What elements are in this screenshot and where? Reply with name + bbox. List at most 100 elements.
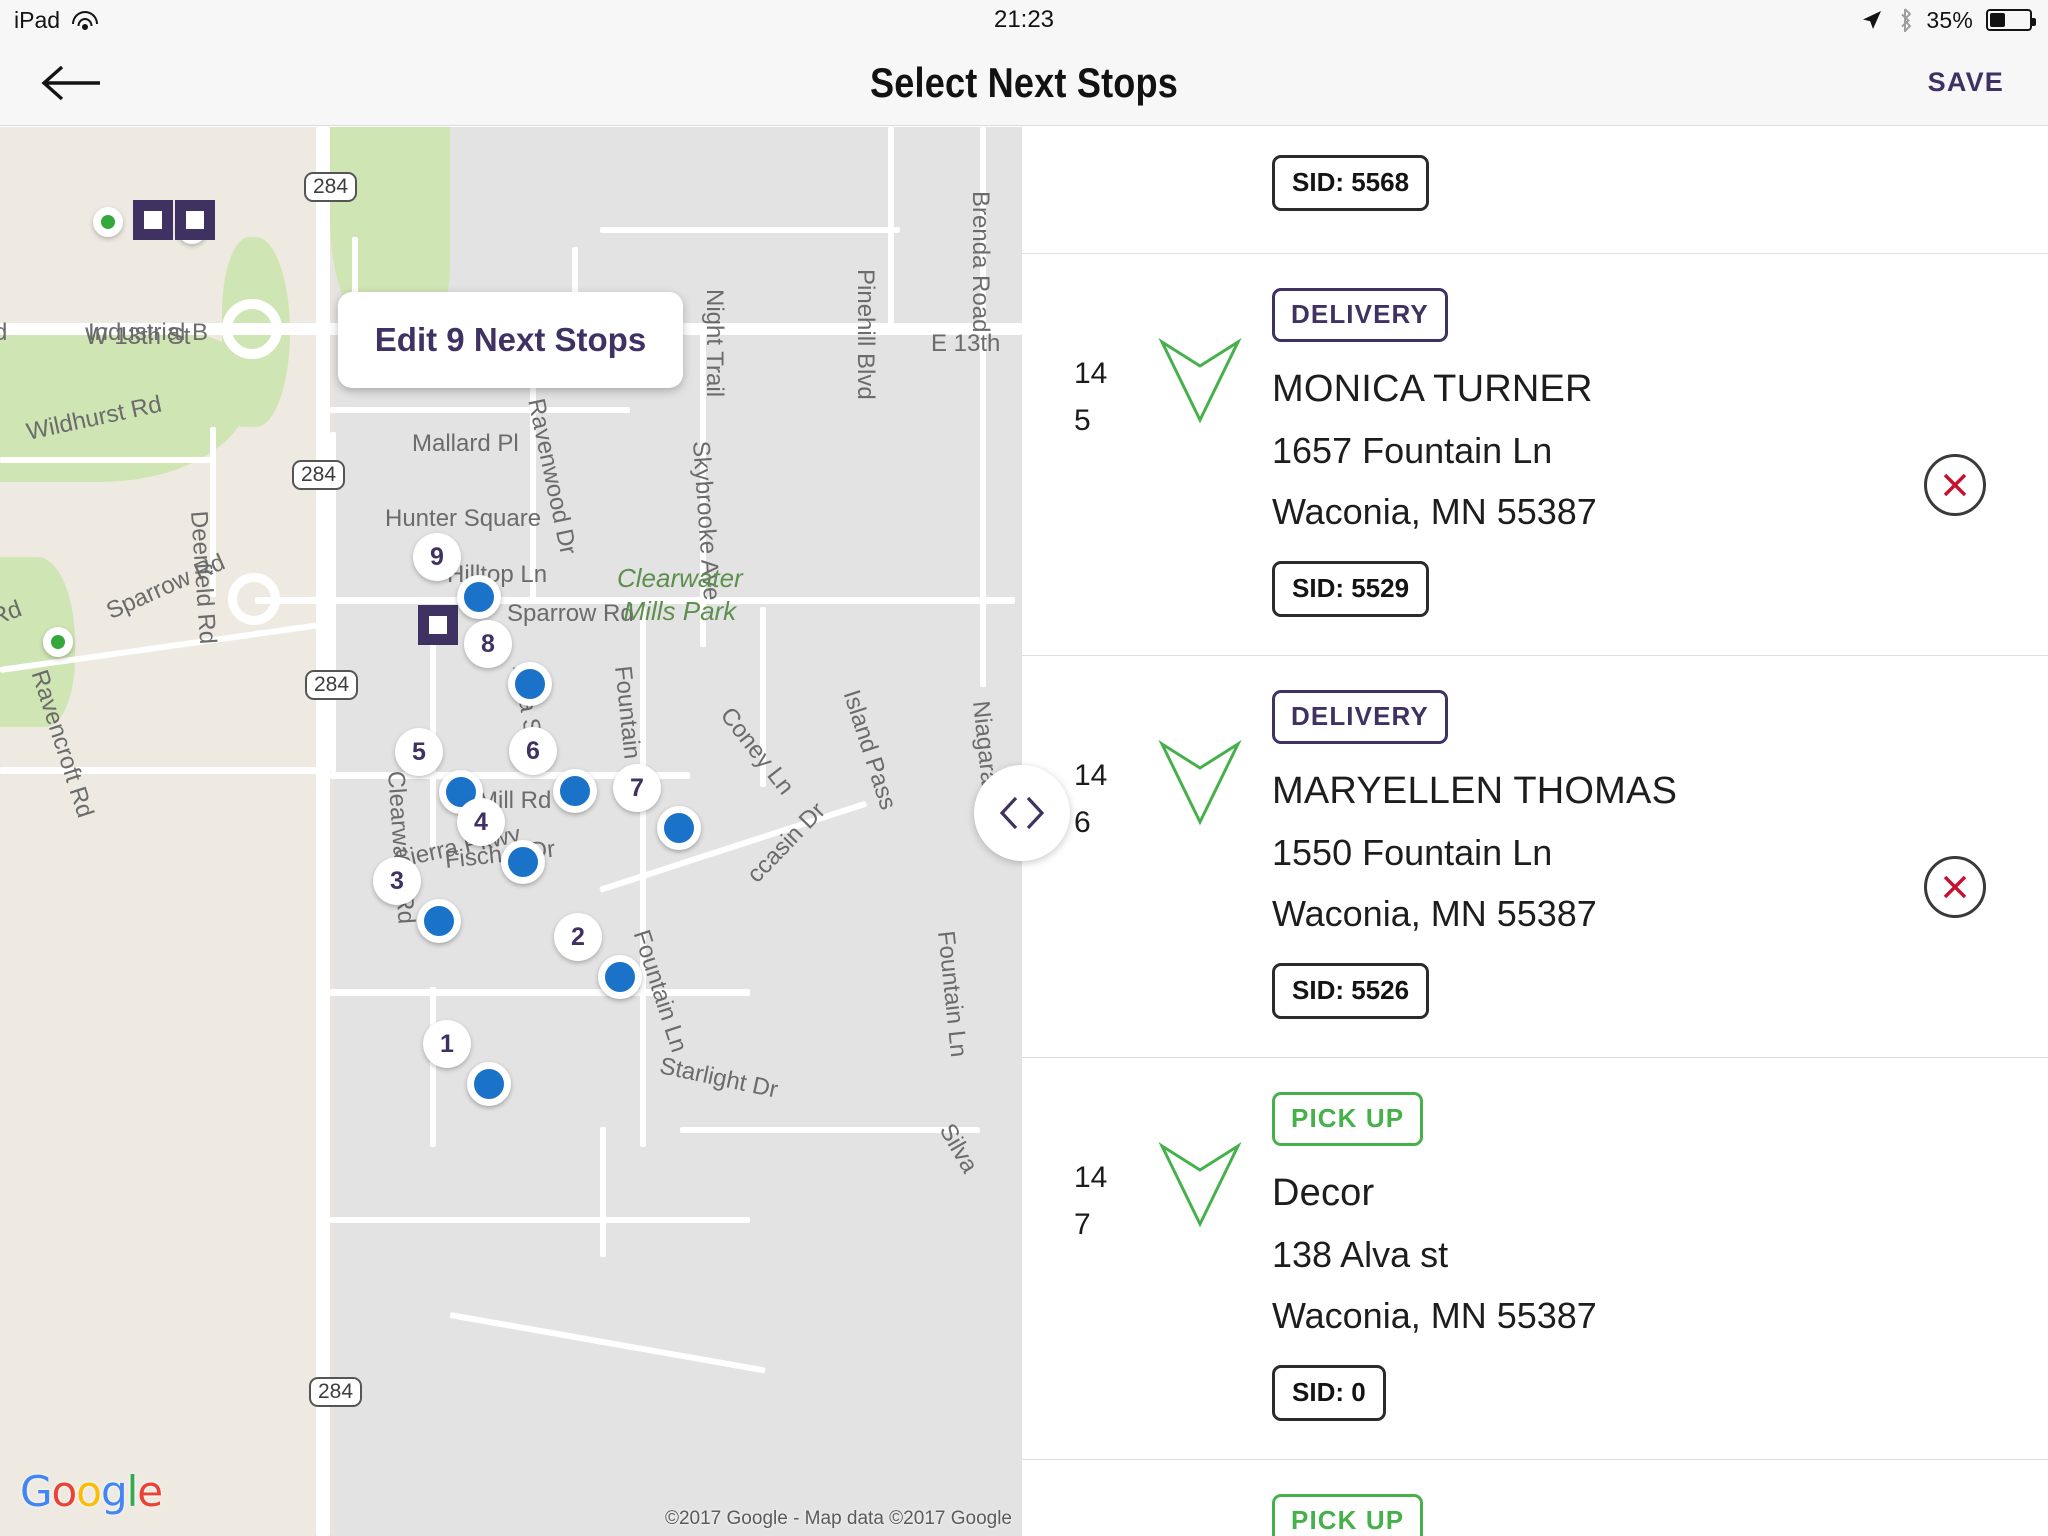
app-root: iPad 21:23 35% Select Next Stops SAVE In… [0, 0, 2048, 1536]
map-road [600, 227, 900, 233]
map-street-label: Mallard Pl [412, 430, 519, 457]
map-street-label: Brenda Road [967, 191, 994, 333]
stop-customer-name: MONICA TURNER [1272, 368, 1593, 410]
map-marker-stop[interactable] [553, 769, 597, 813]
stop-address-line2: Waconia, MN 55387 [1272, 491, 1597, 532]
stop-direction-arrow [1154, 738, 1246, 831]
map-list-split-handle[interactable] [974, 765, 1070, 861]
stop-sequence: 14 6 [1074, 752, 1107, 847]
green-down-arrow-icon [1158, 1141, 1242, 1228]
map-roundabout [222, 299, 282, 359]
map-marker-number[interactable]: 7 [613, 764, 661, 812]
stop-address-line2: Waconia, MN 55387 [1272, 1295, 1597, 1336]
remove-stop-button[interactable] [1924, 856, 1986, 918]
map-road [430, 987, 436, 1147]
stop-address-line1: 138 Alva st [1272, 1234, 1449, 1275]
stop-sid-badge[interactable]: SID: 0 [1272, 1365, 1386, 1421]
map-marker-number[interactable]: 4 [457, 798, 505, 846]
status-bar-right: 35% [1860, 6, 2036, 34]
stop-sequence: 14 7 [1074, 1154, 1107, 1249]
stop-list-body: SID: 5568 14 5 DELIVERY MONICA TURNER 16… [1022, 127, 2048, 1536]
map-pane[interactable]: Industrial BdW 13th St E 13th Night Trail B… [0, 127, 1022, 1536]
map-marker-stop[interactable] [467, 1062, 511, 1106]
green-down-arrow-icon [1158, 739, 1242, 826]
remove-stop-button[interactable] [1924, 454, 1986, 516]
map-marker-stop[interactable] [417, 899, 461, 943]
map-street-label: Night Trail [701, 289, 728, 398]
stop-type-badge[interactable]: PICK UP [1272, 1494, 1424, 1536]
back-arrow-icon [41, 65, 100, 100]
stop-type-badge[interactable]: DELIVERY [1272, 288, 1448, 342]
stop-direction-arrow [1154, 1140, 1246, 1233]
map-marker-green[interactable] [93, 207, 123, 237]
left-right-chevrons-icon [999, 796, 1045, 830]
map-marker-stop[interactable] [508, 662, 552, 706]
stop-sequence-top: 14 [1074, 1161, 1108, 1194]
route-shield: 284 [309, 1377, 363, 1407]
map-marker-stop[interactable] [598, 955, 642, 999]
remove-x-icon [1943, 875, 1967, 899]
stop-sequence-bottom: 5 [1074, 404, 1091, 438]
map-marker-number[interactable]: 5 [395, 728, 443, 776]
stop-row[interactable]: 14 PICK UP [1022, 1460, 2048, 1536]
stop-sequence-top: 14 [1074, 357, 1108, 390]
stop-sequence: 14 5 [1074, 350, 1107, 445]
status-bar: iPad 21:23 35% [0, 0, 2048, 40]
stop-sequence-bottom: 7 [1074, 1208, 1091, 1242]
map-marker-number[interactable]: 1 [423, 1020, 471, 1068]
map-marker-number[interactable]: 9 [413, 533, 461, 581]
map-roundabout [228, 573, 280, 625]
stop-row[interactable]: 14 5 DELIVERY MONICA TURNER 1657 Fountai… [1022, 254, 2048, 656]
battery-percent-label: 35% [1926, 6, 1973, 33]
map-marker-stop[interactable] [501, 840, 545, 884]
stop-sid-badge[interactable]: SID: 5568 [1272, 155, 1430, 211]
map-road [316, 127, 330, 1536]
stop-row[interactable]: 14 7 PICK UP Decor 138 Alva st Waconia, … [1022, 1058, 2048, 1460]
map-marker-square[interactable] [418, 605, 458, 645]
edit-next-stops-button[interactable]: Edit 9 Next Stops [338, 292, 683, 388]
map-street-label: Sparrow Rd [507, 600, 634, 627]
map-marker-stop[interactable] [657, 806, 701, 850]
map-marker-number[interactable]: 2 [554, 913, 602, 961]
stop-row[interactable]: 14 6 DELIVERY MARYELLEN THOMAS 1550 Foun… [1022, 656, 2048, 1058]
stop-list[interactable]: SID: 5568 14 5 DELIVERY MONICA TURNER 16… [1022, 127, 2048, 1536]
stop-address-line2: Waconia, MN 55387 [1272, 893, 1597, 934]
map-marker-number[interactable]: 6 [509, 727, 557, 775]
battery-icon [1986, 9, 2036, 31]
back-button[interactable] [40, 58, 110, 108]
map-marker-number[interactable]: 3 [373, 857, 421, 905]
location-arrow-icon [1860, 8, 1884, 32]
map-marker-number[interactable]: 8 [464, 620, 512, 668]
map-road [330, 407, 630, 413]
route-shield: 284 [305, 670, 359, 700]
map-marker-square[interactable] [175, 200, 215, 240]
map-marker-stop[interactable] [457, 575, 501, 619]
stop-address-line1: 1657 Fountain Ln [1272, 430, 1553, 471]
stop-customer-name: MARYELLEN THOMAS [1272, 770, 1678, 812]
map-street-label: Pinehill Blvd [852, 269, 879, 400]
save-button[interactable]: SAVE [1928, 67, 2004, 98]
remove-x-icon [1943, 473, 1967, 497]
stop-direction-arrow [1154, 336, 1246, 429]
park-label: Clearwater Mills Park [617, 563, 743, 626]
stop-sid-badge[interactable]: SID: 5526 [1272, 963, 1430, 1019]
stop-address-line1: 1550 Fountain Ln [1272, 832, 1553, 873]
stop-type-badge[interactable]: DELIVERY [1272, 690, 1448, 744]
map-marker-green[interactable] [43, 627, 73, 657]
status-bar-clock: 21:23 [993, 6, 1055, 33]
map-road [600, 1127, 606, 1257]
stop-type-badge[interactable]: PICK UP [1272, 1092, 1424, 1146]
stop-sid-badge[interactable]: SID: 5529 [1272, 561, 1430, 617]
stop-sequence-bottom: 6 [1074, 806, 1091, 840]
map-street-label: d [0, 319, 8, 346]
map-street-label: Hunter Square [385, 505, 542, 532]
route-shield: 284 [304, 172, 358, 202]
stop-customer-name: Decor [1272, 1172, 1375, 1214]
map-road [0, 767, 330, 774]
google-logo: Google [20, 1467, 163, 1516]
stop-row[interactable]: SID: 5568 [1022, 127, 2048, 254]
map-marker-square[interactable] [133, 200, 173, 240]
stop-sequence-top: 14 [1074, 759, 1108, 792]
page-title: Select Next Stops [869, 58, 1179, 106]
map-street-label: W 13th St [85, 323, 191, 350]
